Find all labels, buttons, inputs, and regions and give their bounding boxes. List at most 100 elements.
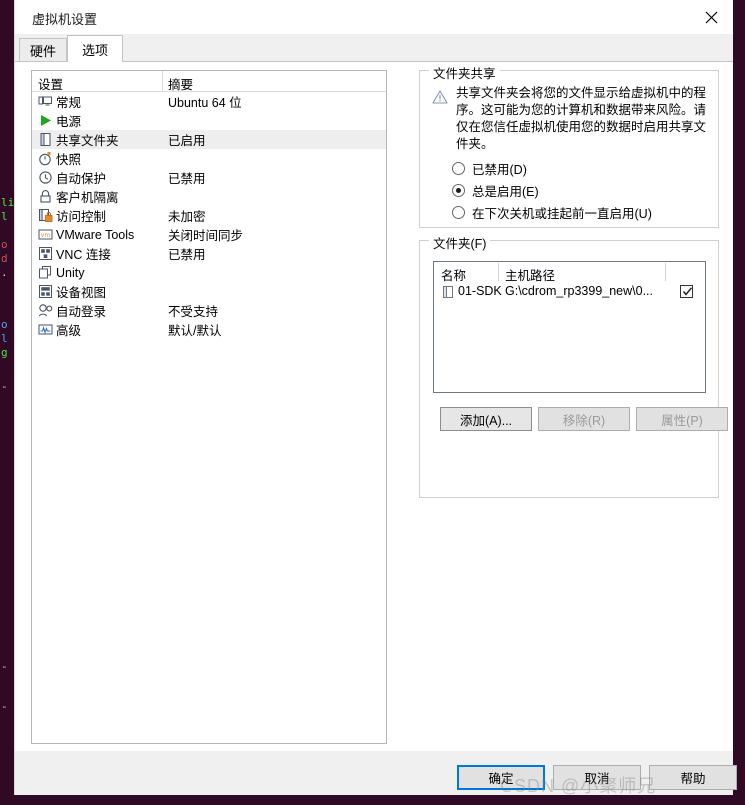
- tab-options-label: 选项: [81, 42, 108, 58]
- radio-sharing-disabled[interactable]: 已禁用(D): [452, 159, 527, 178]
- folders-table[interactable]: 名称 主机路径 01-SDK G:\cdrom_rp3399_new\0...: [433, 261, 706, 393]
- settings-row-label: VMware Tools: [56, 227, 135, 242]
- settings-list-header: 设置 摘要: [32, 71, 386, 92]
- remove-folder-button[interactable]: 移除(R): [538, 407, 630, 431]
- folder-properties-button[interactable]: 属性(P): [636, 407, 728, 431]
- tab-options[interactable]: 选项: [67, 35, 123, 62]
- terminal-line: l: [1, 332, 8, 345]
- terminal-line: o: [1, 318, 8, 331]
- settings-row-2[interactable]: 共享文件夹 已启用: [32, 130, 386, 149]
- folder-sharing-group-title: 文件夹共享: [429, 63, 500, 82]
- autoprotect-icon: [38, 170, 53, 185]
- settings-row-3[interactable]: 快照: [32, 149, 386, 168]
- settings-row-label: 常规: [56, 96, 82, 110]
- settings-row-summary: 已启用: [168, 134, 206, 148]
- dialog-footer: 确定 取消 帮助: [15, 751, 737, 795]
- settings-row-label: 电源: [56, 115, 82, 129]
- settings-row-12[interactable]: 高级 默认/默认: [32, 320, 386, 339]
- settings-row-label: 访问控制: [56, 210, 107, 224]
- radio-mark-until-shutdown: [452, 206, 465, 219]
- virtual-machine-settings-dialog: 虚拟机设置 硬件 选项 设置 摘要 常规 Ubuntu 64 位电源共享文件夹 已启…: [14, 0, 737, 795]
- radio-sharing-always-enabled[interactable]: 总是启用(E): [452, 181, 539, 200]
- folders-column-divider-2: [665, 263, 666, 281]
- settings-row-summary: 已禁用: [168, 172, 206, 186]
- settings-row-label: 客户机隔离: [56, 191, 119, 205]
- settings-row-6[interactable]: 访问控制 未加密: [32, 206, 386, 225]
- svg-text:vm: vm: [41, 232, 51, 239]
- terminal-line: l: [1, 210, 8, 223]
- settings-row-7[interactable]: vm VMware Tools 关闭时间同步: [32, 225, 386, 244]
- terminal-line: li: [1, 196, 15, 209]
- snapshot-icon: [38, 151, 53, 166]
- advanced-icon: [38, 322, 53, 337]
- ok-button-label: 确定: [488, 772, 514, 786]
- terminal-line: .: [1, 266, 8, 279]
- settings-list[interactable]: 设置 摘要 常规 Ubuntu 64 位电源共享文件夹 已启用快照自动保护 已禁用客户…: [31, 70, 387, 744]
- terminal-line: d: [1, 252, 8, 265]
- settings-row-summary: 默认/默认: [168, 324, 222, 338]
- close-icon[interactable]: [689, 0, 733, 34]
- settings-row-5[interactable]: 客户机隔离: [32, 187, 386, 206]
- folder-host-path: G:\cdrom_rp3399_new\0...: [505, 284, 653, 298]
- radio-mark-always-enabled: [452, 184, 465, 197]
- radio-label-until-shutdown: 在下次关机或挂起前一直启用(U): [472, 207, 652, 221]
- radio-label-always-enabled: 总是启用(E): [472, 185, 539, 199]
- settings-row-summary: 不受支持: [168, 305, 219, 319]
- column-header-summary: 摘要: [168, 78, 194, 92]
- unity-icon: [38, 265, 53, 280]
- cancel-button-label: 取消: [584, 772, 610, 786]
- settings-row-label: 设备视图: [56, 286, 107, 300]
- settings-row-8[interactable]: VNC 连接 已禁用: [32, 244, 386, 263]
- terminal-line: g: [1, 346, 8, 359]
- monitor-icon: [38, 94, 53, 109]
- settings-row-label: 共享文件夹: [56, 134, 119, 148]
- terminal-line: o: [1, 238, 8, 251]
- play-icon: [38, 113, 53, 128]
- device-view-icon: [38, 284, 53, 299]
- ok-button[interactable]: 确定: [457, 765, 545, 790]
- settings-row-summary: Ubuntu 64 位: [168, 96, 242, 110]
- cancel-button[interactable]: 取消: [553, 765, 641, 790]
- settings-row-label: 自动登录: [56, 305, 107, 319]
- settings-row-9[interactable]: Unity: [32, 263, 386, 282]
- column-divider: [162, 71, 163, 92]
- folders-group: 文件夹(F) 名称 主机路径 01-SDK G:\cdrom_rp3399_ne…: [419, 233, 728, 498]
- options-tab-content: 设置 摘要 常规 Ubuntu 64 位电源共享文件夹 已启用快照自动保护 已禁用客户…: [15, 61, 733, 752]
- settings-row-11[interactable]: 自动登录 不受支持: [32, 301, 386, 320]
- remove-folder-button-label: 移除(R): [562, 413, 606, 428]
- settings-row-0[interactable]: 常规 Ubuntu 64 位: [32, 92, 386, 111]
- add-folder-button-label: 添加(A)...: [459, 413, 513, 428]
- shared-folder-icon: [38, 132, 53, 147]
- radio-mark-disabled: [452, 162, 465, 175]
- add-folder-button[interactable]: 添加(A)...: [440, 407, 532, 431]
- settings-row-label: Unity: [56, 265, 85, 280]
- tab-hardware-label: 硬件: [29, 44, 56, 59]
- terminal-line: -: [1, 380, 8, 393]
- settings-row-1[interactable]: 电源: [32, 111, 386, 130]
- settings-row-label: VNC 连接: [56, 248, 111, 262]
- folder-sharing-group: 文件夹共享 共享文件夹会将您的文件显示给虚拟机中的程序。这可能为您的计算机和数据…: [419, 63, 719, 228]
- tab-hardware[interactable]: 硬件: [19, 38, 67, 62]
- folder-properties-button-label: 属性(P): [661, 413, 703, 428]
- settings-row-label: 自动保护: [56, 172, 107, 186]
- help-button[interactable]: 帮助: [649, 765, 737, 790]
- access-lock-icon: [38, 208, 53, 223]
- settings-row-label: 快照: [56, 153, 82, 167]
- table-row[interactable]: 01-SDK G:\cdrom_rp3399_new\0...: [434, 282, 705, 302]
- title-bar: 虚拟机设置: [15, 0, 733, 35]
- settings-row-summary: 关闭时间同步: [168, 229, 244, 243]
- terminal-line: -: [1, 660, 8, 673]
- lock-icon: [38, 189, 53, 204]
- page-title: 虚拟机设置: [32, 12, 98, 27]
- help-button-label: 帮助: [680, 772, 706, 786]
- folder-enabled-checkbox[interactable]: [680, 285, 693, 298]
- radio-sharing-until-shutdown[interactable]: 在下次关机或挂起前一直启用(U): [452, 203, 652, 222]
- settings-row-4[interactable]: 自动保护 已禁用: [32, 168, 386, 187]
- settings-row-summary: 未加密: [168, 210, 206, 224]
- settings-row-10[interactable]: 设备视图: [32, 282, 386, 301]
- vmware-tools-icon: vm: [38, 227, 53, 242]
- folder-icon: [441, 285, 455, 299]
- folders-column-divider-1: [498, 263, 499, 281]
- terminal-line: -: [1, 700, 8, 713]
- settings-rows: 常规 Ubuntu 64 位电源 共享文件夹 已启用 快照 自动保护 已禁用 客户机隔离 访问控…: [32, 92, 386, 339]
